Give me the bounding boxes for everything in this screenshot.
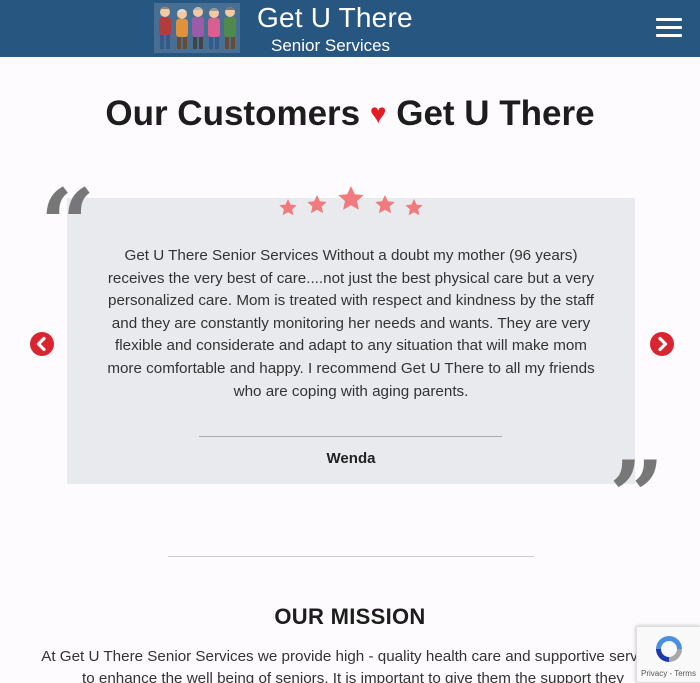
star-icon: [307, 195, 327, 214]
brand-subtitle[interactable]: Senior Services: [271, 36, 390, 56]
chevron-left-icon: [36, 336, 46, 352]
heart-icon: ♥: [369, 98, 387, 129]
close-quote-icon: ”: [609, 440, 665, 553]
carousel-next-button[interactable]: [650, 332, 674, 356]
menu-line: [656, 26, 682, 29]
open-quote-icon: “: [40, 168, 96, 281]
mission-title: OUR MISSION: [274, 604, 426, 629]
menu-line: [656, 18, 682, 21]
testimonial-text: Get U There Senior Services Without a do…: [107, 247, 595, 400]
menu-line: [656, 34, 682, 37]
brand-title[interactable]: Get U There: [257, 2, 413, 34]
header-bar: Get U There Senior Services: [0, 0, 700, 57]
heading-part2: Get U There: [396, 94, 595, 133]
star-icon: [338, 186, 364, 210]
chevron-right-icon: [658, 336, 668, 352]
rating-stars: [279, 186, 423, 216]
testimonial-author: Wenda: [326, 450, 376, 467]
recaptcha-links[interactable]: Privacy - Terms: [641, 669, 696, 678]
carousel-prev-button[interactable]: [30, 332, 54, 356]
star-icon: [405, 199, 423, 216]
hamburger-icon[interactable]: [656, 18, 684, 40]
heading-part1: Our Customers: [105, 94, 361, 133]
star-icon: [279, 199, 297, 216]
testimonial-divider: [199, 436, 502, 437]
recaptcha-badge[interactable]: Privacy - Terms: [636, 626, 700, 683]
testimonials-heading: Our Customers ♥ Get U There: [100, 91, 600, 136]
mission-text: At Get U There Senior Services we provid…: [41, 648, 665, 683]
section-divider: [168, 556, 534, 557]
seniors-logo-icon[interactable]: [154, 3, 240, 53]
star-icon: [375, 195, 395, 214]
recaptcha-icon: [656, 636, 682, 662]
